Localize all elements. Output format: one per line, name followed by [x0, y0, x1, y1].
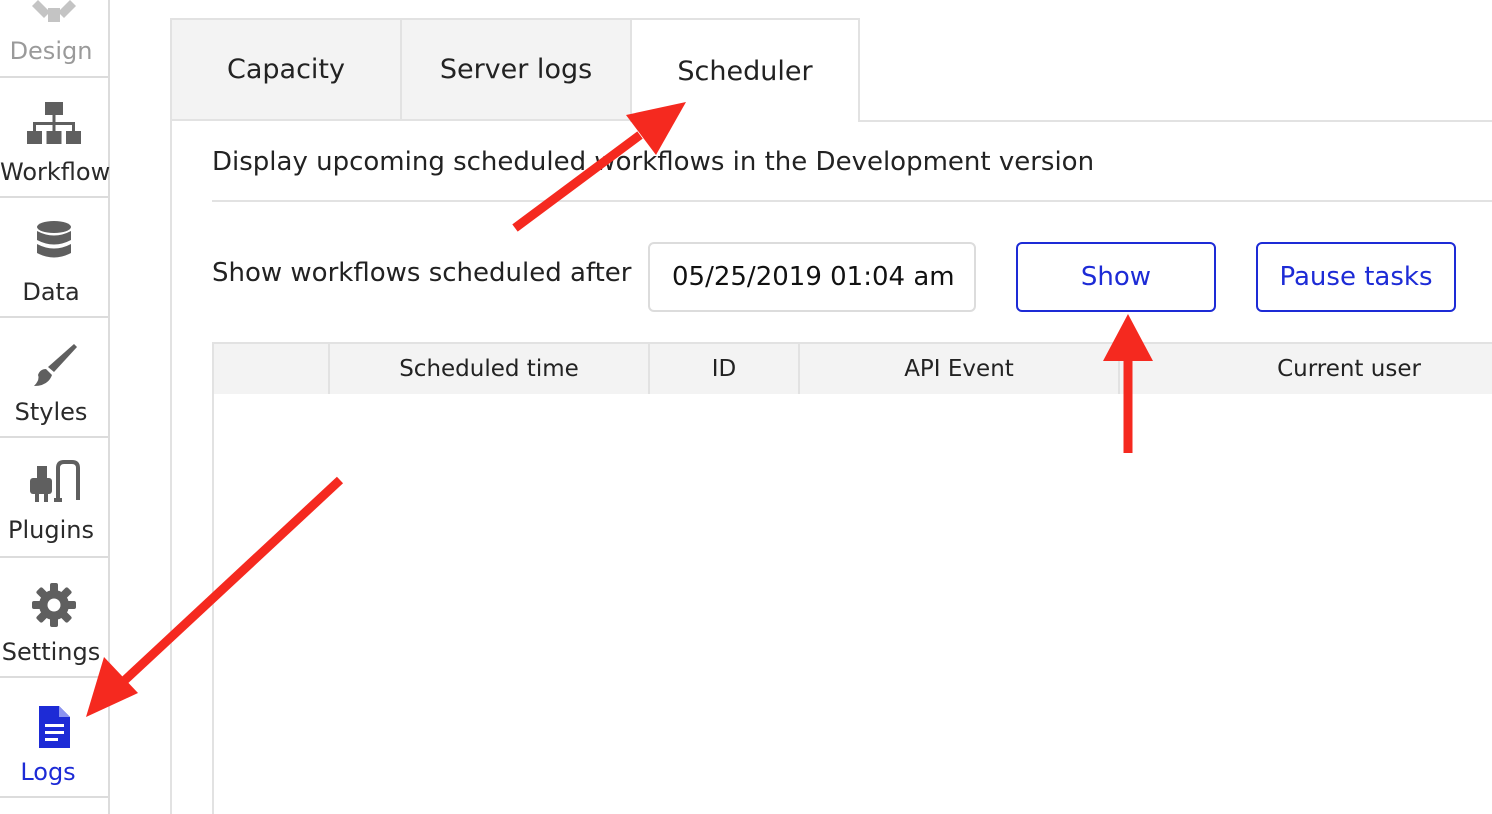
table-header: Scheduled time ID API Event Current user — [212, 342, 1492, 394]
app-window: Design Workflow Data Styles Plugins Sett… — [0, 0, 1492, 814]
show-button[interactable]: Show — [1016, 242, 1216, 312]
column-header-current-user[interactable]: Current user — [1118, 344, 1492, 394]
brush-icon — [0, 342, 108, 388]
sidebar-item-settings[interactable]: Settings — [0, 558, 108, 678]
sidebar-item-workflow[interactable]: Workflow — [0, 78, 111, 198]
scheduled-after-date-input[interactable] — [648, 242, 976, 312]
sidebar-item-label: Plugins — [8, 516, 94, 544]
document-icon — [0, 704, 108, 750]
sidebar-item-label: Workflow — [0, 158, 111, 186]
design-icon — [0, 0, 108, 28]
divider — [212, 200, 1492, 202]
filter-label: Show workflows scheduled after — [212, 258, 632, 288]
sidebar-item-design[interactable]: Design — [0, 0, 108, 78]
panel-border — [170, 120, 172, 814]
workflow-icon — [0, 100, 108, 148]
sidebar-item-logs[interactable]: Logs — [0, 678, 108, 798]
column-header-select — [214, 344, 328, 394]
sidebar-item-label: Settings — [1, 638, 101, 666]
sidebar-item-label: Logs — [20, 758, 76, 786]
pause-tasks-button[interactable]: Pause tasks — [1256, 242, 1456, 312]
database-icon — [0, 220, 108, 266]
sidebar-item-label: Styles — [14, 398, 88, 426]
gear-icon — [0, 582, 108, 628]
tab-server-logs[interactable]: Server logs — [400, 18, 632, 121]
table-body — [212, 394, 214, 814]
sidebar: Design Workflow Data Styles Plugins Sett… — [0, 0, 110, 814]
plug-icon — [0, 460, 108, 506]
sidebar-item-plugins[interactable]: Plugins — [0, 438, 108, 558]
annotation-arrows — [86, 102, 1153, 717]
column-header-id[interactable]: ID — [648, 344, 798, 394]
sidebar-item-data[interactable]: Data — [0, 198, 108, 318]
column-header-scheduled-time[interactable]: Scheduled time — [328, 344, 648, 394]
tab-scheduler[interactable]: Scheduler — [630, 18, 860, 122]
sidebar-item-styles[interactable]: Styles — [0, 318, 108, 438]
tab-capacity[interactable]: Capacity — [170, 18, 402, 121]
scheduler-heading: Display upcoming scheduled workflows in … — [212, 147, 1095, 177]
column-header-api-event[interactable]: API Event — [798, 344, 1118, 394]
tabs-underline — [858, 120, 1492, 122]
sidebar-item-label: Design — [9, 37, 93, 65]
sidebar-item-label: Data — [22, 278, 80, 306]
